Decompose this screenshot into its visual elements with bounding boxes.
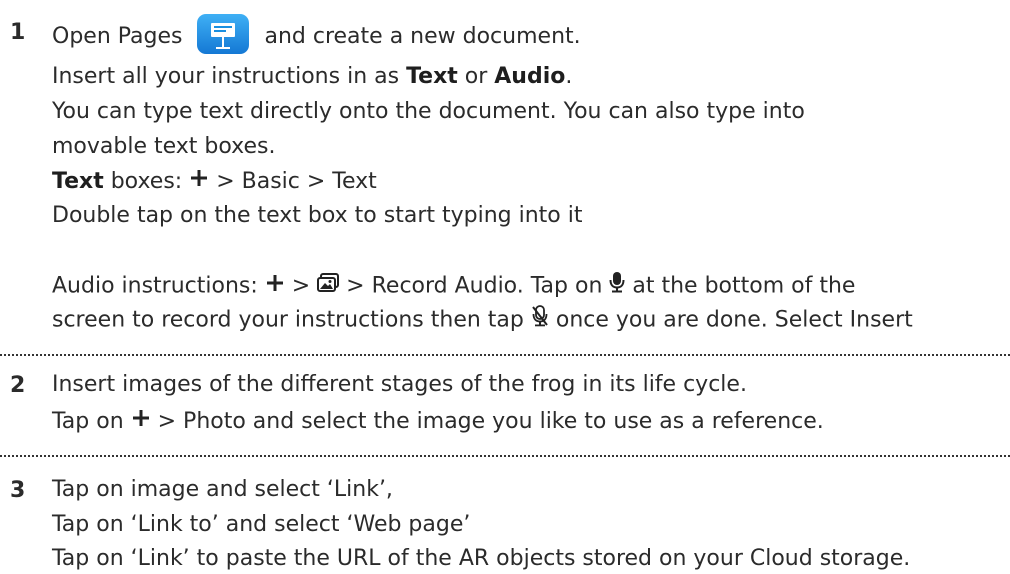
text: Tap on <box>52 409 131 434</box>
text: > <box>284 273 318 299</box>
plus-icon <box>265 272 285 302</box>
step-1-line-7: Audio instructions: > > Record Audio. Ta… <box>52 271 855 302</box>
text: or <box>457 64 495 89</box>
text: Audio instructions: <box>52 273 265 299</box>
step-number: 1 <box>10 20 26 45</box>
bold-text: Text <box>52 169 104 194</box>
microphone-icon <box>609 271 625 302</box>
step-3-line-3: Tap on ‘Link’ to paste the URL of the AR… <box>52 546 911 571</box>
step-3-line-1: Tap on image and select ‘Link’, <box>52 477 393 502</box>
step-2-line-2: Tap on > Photo and select the image you … <box>52 407 824 437</box>
text: > Photo and select the image you like to… <box>150 409 824 434</box>
plus-icon <box>189 167 209 197</box>
step-1-line-5: Text boxes: > Basic > Text <box>52 167 377 197</box>
text: once you are done. Select Insert <box>548 307 913 333</box>
step-1-line-6: Double tap on the text box to start typi… <box>52 203 583 228</box>
pages-app-icon <box>197 14 250 54</box>
plus-icon <box>131 407 151 437</box>
text: Insert all your instructions in as <box>52 64 407 89</box>
text: screen to record your instructions then … <box>52 307 531 333</box>
text: > Basic > Text <box>209 169 377 194</box>
microphone-off-icon <box>531 305 549 336</box>
step-2-line-1: Insert images of the different stages of… <box>52 372 747 397</box>
step-3-line-2: Tap on ‘Link to’ and select ‘Web page’ <box>52 512 471 537</box>
bold-text: Text <box>406 64 458 89</box>
text: . <box>565 64 573 89</box>
step-1-line-3: You can type text directly onto the docu… <box>52 99 805 124</box>
divider <box>0 455 1010 457</box>
step-1-line-4: movable text boxes. <box>52 134 276 159</box>
text: at the bottom of the <box>625 273 856 299</box>
text: > Record Audio. Tap on <box>339 273 610 299</box>
text: Open Pages <box>52 24 183 49</box>
divider <box>0 354 1010 356</box>
bold-text: Audio <box>494 64 566 89</box>
step-1-line-2: Insert all your instructions in as Text … <box>52 62 572 92</box>
media-icon <box>317 272 340 302</box>
step-1-line-1: Open Pages and create a new document. <box>52 14 581 54</box>
text: boxes: <box>103 169 190 194</box>
step-number: 3 <box>10 478 26 503</box>
step-1-line-8: screen to record your instructions then … <box>52 305 913 336</box>
text: and create a new document. <box>264 24 581 49</box>
step-number: 2 <box>10 373 26 398</box>
